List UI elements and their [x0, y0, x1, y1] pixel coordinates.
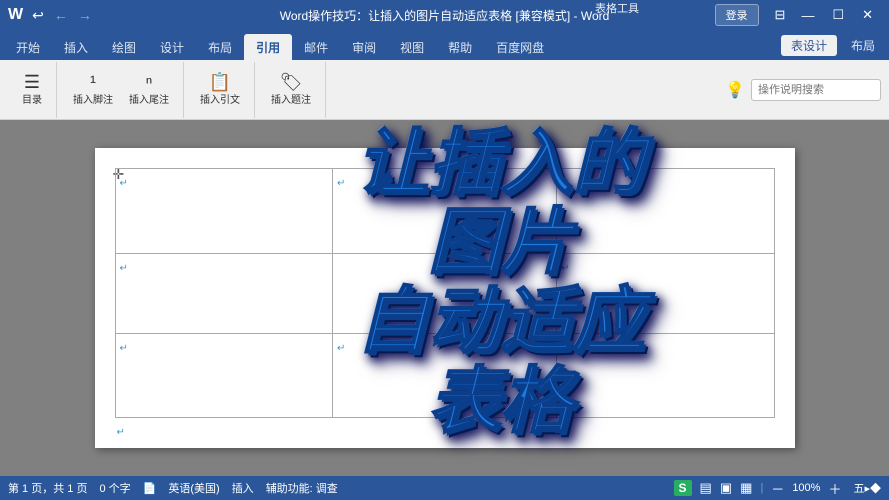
nav-back-button[interactable]: ←: [51, 5, 71, 25]
search-area: 💡: [725, 79, 881, 101]
search-input[interactable]: [751, 79, 881, 101]
insert-mode-label: 插入: [232, 480, 254, 496]
table-cell[interactable]: ↵: [332, 333, 556, 418]
table-tools-label: 表格工具: [595, 0, 639, 16]
caption-icon: 🏷: [280, 73, 303, 91]
table-cell[interactable]: [332, 253, 556, 333]
tab-insert[interactable]: 插入: [52, 34, 100, 60]
tab-help[interactable]: 帮助: [436, 34, 484, 60]
table-cell[interactable]: ↵: [115, 333, 332, 418]
table-cell[interactable]: ↵: [115, 253, 332, 333]
return-mark: ↵: [120, 178, 128, 189]
zoom-in-button[interactable]: ＋: [828, 479, 841, 498]
undo-button[interactable]: ↩: [29, 5, 47, 26]
separator: |: [760, 482, 763, 494]
doc-icon: 📄: [143, 482, 157, 495]
table-cell[interactable]: ↵: [115, 169, 332, 254]
tab-mail[interactable]: 邮件: [292, 34, 340, 60]
doc-end-mark: ↵: [117, 427, 125, 438]
table-row: ↵ ↵ ↵: [115, 333, 774, 418]
ribbon-tabs-right: 表设计 布局: [781, 35, 885, 60]
bulb-icon: 💡: [725, 80, 745, 100]
page-info: 第 1 页，共 1 页: [8, 480, 87, 496]
document-table[interactable]: ↵ ↵ ↵ ↵ ↵: [115, 168, 775, 418]
ribbon-group-footnotes: ¹ 插入脚注 ⁿ 插入尾注: [59, 62, 184, 118]
table-row: ↵ ↵: [115, 253, 774, 333]
ribbon-commands: ☰ 目录 ¹ 插入脚注 ⁿ 插入尾注 📋 插入引文 🏷: [0, 60, 889, 120]
toc-icon: ☰: [24, 73, 40, 91]
return-mark: ↵: [337, 343, 345, 354]
nav-forward-button[interactable]: →: [75, 5, 95, 25]
login-button[interactable]: 登录: [715, 4, 759, 26]
word-logo-icon: W: [8, 6, 23, 24]
add-endnote-button[interactable]: ⁿ 插入尾注: [123, 71, 175, 108]
ribbon-toggle-button[interactable]: ⊟: [769, 5, 792, 25]
five-label: 五▸◆: [853, 480, 881, 496]
tab-home[interactable]: 开始: [4, 34, 52, 60]
table-cell[interactable]: ↵: [332, 169, 556, 254]
ribbon-group-citations: 📋 插入引文: [186, 62, 255, 118]
insert-caption-button[interactable]: 🏷 插入题注: [265, 71, 317, 108]
ribbon-group-captions: 🏷 插入题注: [257, 62, 326, 118]
add-footnote-button[interactable]: ¹ 插入脚注: [67, 71, 119, 108]
status-bar: 第 1 页，共 1 页 0 个字 📄 英语(美国) 插入 辅助功能: 调查 S …: [0, 476, 889, 500]
return-mark: ↵: [337, 178, 345, 189]
ribbon-tabs: 开始 插入 绘图 设计 布局 引用 邮件 审阅 视图 帮助 百度网盘 表设计 布…: [0, 30, 889, 60]
ribbon-group-toc: ☰ 目录: [8, 62, 57, 118]
document-area: ✛ ↵ ↵ ↵ ↵: [0, 120, 889, 476]
tab-table-design[interactable]: 表设计: [781, 35, 837, 56]
tab-table-layout[interactable]: 布局: [841, 35, 885, 56]
insert-citation-button[interactable]: 📋 插入引文: [194, 71, 246, 108]
title-bar-right: 登录 ⊟ — ☐ ✕: [715, 4, 881, 26]
close-button[interactable]: ✕: [854, 5, 881, 25]
citation-icon: 📋: [209, 73, 231, 91]
tab-design[interactable]: 设计: [148, 34, 196, 60]
status-bar-right: S ▤ ▣ ▦ | － 100% ＋ 五▸◆: [674, 479, 881, 498]
view-web-button[interactable]: ▣: [720, 480, 732, 496]
title-bar-title: Word操作技巧：让插入的图片自动适应表格 [兼容模式] - Word: [280, 7, 610, 24]
tab-view[interactable]: 视图: [388, 34, 436, 60]
title-bar-left: W ↩ ← →: [8, 5, 95, 26]
footnote-icon: ¹: [90, 73, 96, 91]
view-normal-button[interactable]: ▤: [700, 480, 712, 496]
title-bar-nav: ↩ ← →: [29, 5, 95, 26]
tab-review[interactable]: 审阅: [340, 34, 388, 60]
char-count: 0 个字: [99, 480, 130, 496]
return-mark: ↵: [561, 343, 569, 354]
table-row: ↵ ↵ ↵: [115, 169, 774, 254]
wps-s-logo: S: [674, 480, 692, 496]
minimize-button[interactable]: —: [793, 6, 822, 25]
tab-references[interactable]: 引用: [244, 34, 292, 60]
tab-baidu[interactable]: 百度网盘: [484, 34, 556, 60]
title-bar: W ↩ ← → Word操作技巧：让插入的图片自动适应表格 [兼容模式] - W…: [0, 0, 889, 30]
table-cell[interactable]: ↵: [557, 169, 774, 254]
restore-button[interactable]: ☐: [824, 5, 852, 25]
table-cell[interactable]: ↵: [557, 333, 774, 418]
table-cell[interactable]: ↵: [557, 253, 774, 333]
return-mark: ↵: [120, 343, 128, 354]
return-mark: ↵: [561, 263, 569, 274]
endnote-icon: ⁿ: [146, 73, 153, 91]
zoom-out-button[interactable]: －: [771, 479, 784, 498]
zoom-level: 100%: [792, 482, 820, 494]
toc-button[interactable]: ☰ 目录: [16, 71, 48, 108]
tab-layout[interactable]: 布局: [196, 34, 244, 60]
tab-draw[interactable]: 绘图: [100, 34, 148, 60]
return-mark: ↵: [561, 178, 569, 189]
document-page: ✛ ↵ ↵ ↵ ↵: [95, 148, 795, 448]
language-label[interactable]: 英语(美国): [168, 480, 219, 496]
accessibility-label[interactable]: 辅助功能: 调查: [266, 480, 338, 496]
return-mark: ↵: [120, 263, 128, 274]
view-outline-button[interactable]: ▦: [740, 480, 752, 496]
